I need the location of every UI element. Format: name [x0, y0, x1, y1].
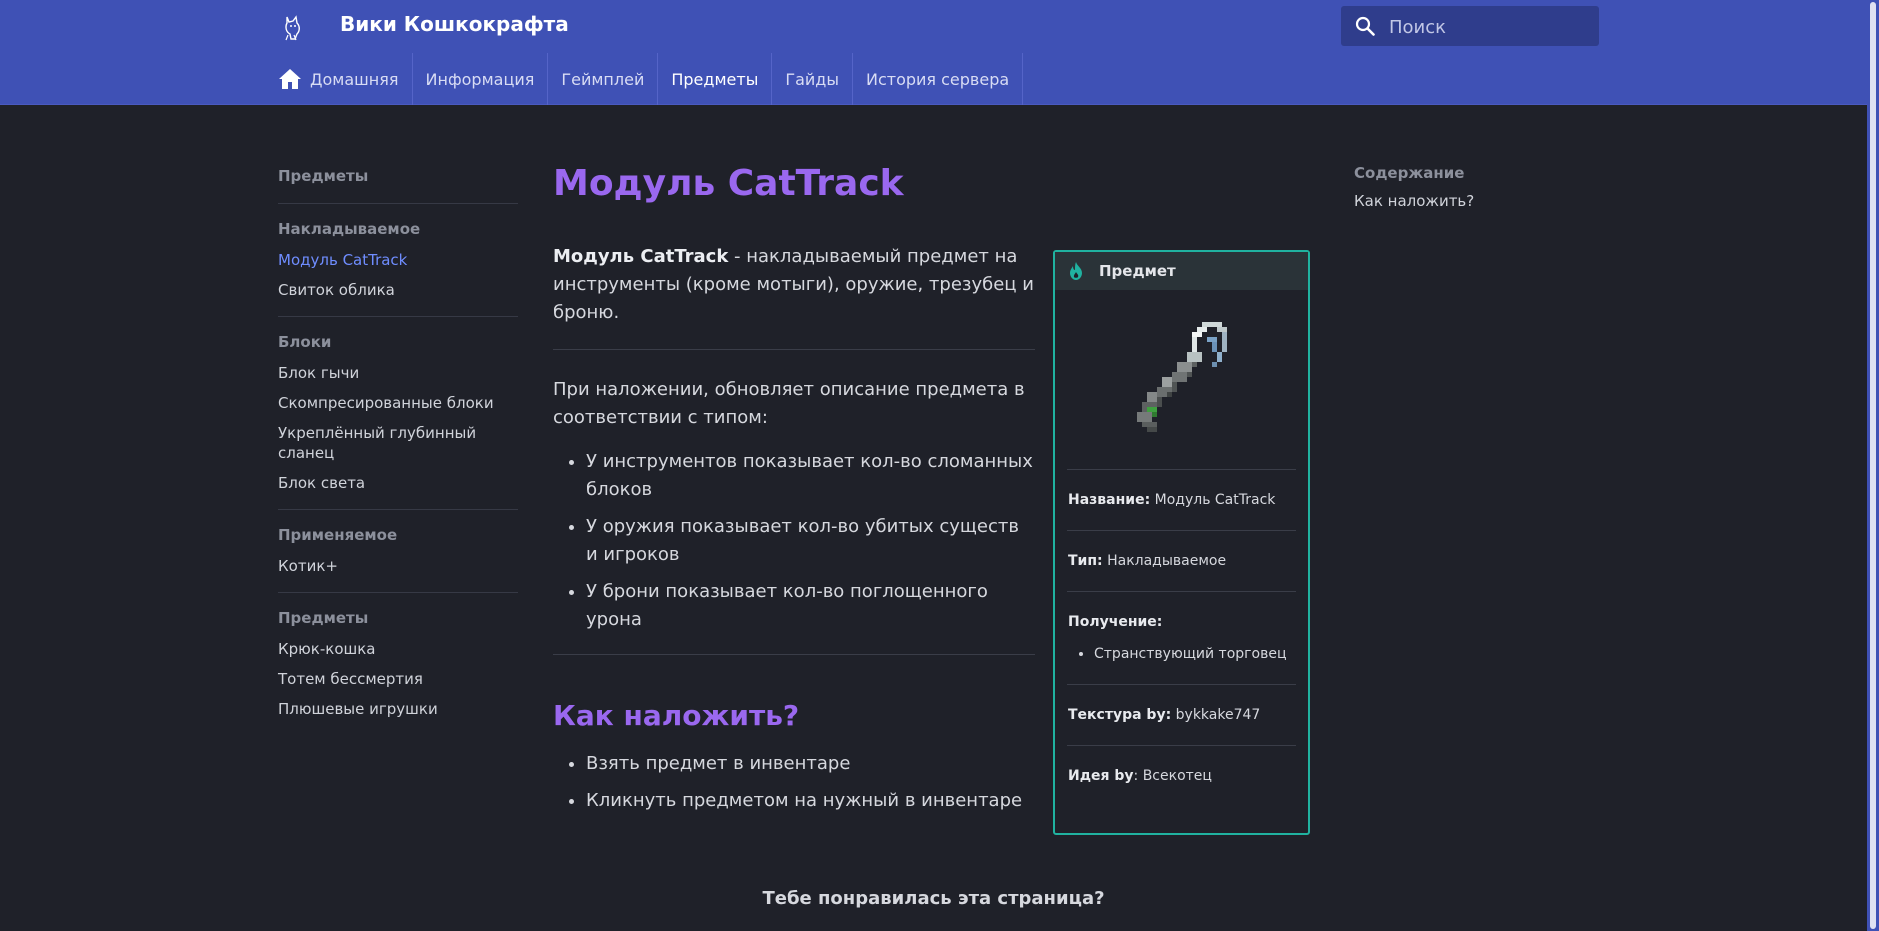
tab-info[interactable]: Информация [413, 53, 549, 105]
item-type-value: Накладываемое [1107, 553, 1227, 569]
sidebar-heading: Предметы [278, 609, 369, 627]
infobox-obtain-row: Получение: Странствующий торговец [1067, 591, 1296, 684]
sidebar-item-cattrack[interactable]: Модуль CatTrack [278, 246, 518, 276]
site-header: Вики Кошкокрафта Поиск Домашняя Информац… [0, 0, 1867, 105]
infobox-header: Предмет [1055, 252, 1308, 290]
list-item: Странствующий торговец [1094, 646, 1296, 662]
search-icon [1355, 16, 1375, 36]
sidebar-section-items: Предметы Крюк-кошка Тотем бессмертия Плю… [278, 605, 518, 735]
sidebar-item-kotik-plus[interactable]: Котик+ [278, 552, 518, 582]
description-paragraph: При наложении, обновляет описание предме… [553, 379, 1025, 428]
search-box[interactable]: Поиск [1341, 6, 1599, 46]
sidebar-item-grappling-hook[interactable]: Крюк-кошка [278, 635, 518, 665]
section-heading-how-to-apply: Как наложить? [553, 699, 800, 732]
tab-home[interactable]: Домашняя [277, 53, 413, 105]
divider [553, 654, 1035, 655]
toc-heading: Содержание [1354, 164, 1465, 182]
feedback-question: Тебе понравилась эта страница? [762, 888, 1105, 909]
main-content: Модуль CatTrack Модуль CatTrack - наклад… [553, 157, 1035, 824]
field-label: Идея by [1068, 768, 1134, 784]
sidebar-item-scroll[interactable]: Свиток облика [278, 276, 518, 306]
infobox-type-row: Тип: Накладываемое [1067, 530, 1296, 591]
toc-item-how-to-apply[interactable]: Как наложить? [1354, 192, 1594, 210]
list-item: У брони показывает кол-во поглощенного у… [586, 578, 1035, 634]
infobox-title: Предмет [1099, 262, 1176, 280]
idea-author-value: : Всекотец [1133, 768, 1212, 784]
sidebar-item-gycha-block[interactable]: Блок гычи [278, 359, 518, 389]
sidebar-heading: Применяемое [278, 526, 398, 544]
field-label: Получение: [1068, 614, 1163, 630]
divider [553, 349, 1035, 350]
tab-guides[interactable]: Гайды [772, 53, 853, 105]
intro-paragraph: Модуль CatTrack - накладываемый предмет … [553, 243, 1035, 327]
item-infobox: Предмет Название: Модуль CatTrack Тип: Н… [1053, 250, 1310, 835]
sidebar-item-compressed-blocks[interactable]: Скомпресированные блоки [278, 389, 518, 419]
field-label: Название: [1068, 492, 1151, 508]
search-input[interactable]: Поиск [1389, 17, 1446, 38]
flame-icon [1070, 262, 1082, 280]
sidebar-section-overlay: Накладываемое Модуль CatTrack Свиток обл… [278, 216, 518, 317]
home-icon [279, 69, 301, 89]
list-item: У инструментов показывает кол-во сломанн… [586, 448, 1035, 504]
infobox-texture-row: Текстура by: bykkake747 [1067, 684, 1296, 745]
cat-logo-icon[interactable] [279, 13, 307, 41]
intro-bold: Модуль CatTrack [553, 246, 729, 267]
page-scrollbar[interactable] [1867, 0, 1879, 931]
sidebar-nav: Предметы Накладываемое Модуль CatTrack С… [278, 163, 518, 747]
list-item: Кликнуть предметом на нужный в инвентаре [586, 787, 1035, 815]
tab-gameplay[interactable]: Геймплей [548, 53, 659, 105]
sidebar-item-plush-toys[interactable]: Плюшевые игрушки [278, 695, 518, 725]
sidebar-title: Предметы [278, 167, 369, 185]
list-item: Взять предмет в инвентаре [586, 750, 1035, 778]
sidebar-section: Предметы [278, 163, 518, 204]
feature-list: У инструментов показывает кол-во сломанн… [586, 448, 1035, 634]
tab-items[interactable]: Предметы [658, 53, 773, 105]
obtain-list: Странствующий торговец [1094, 646, 1296, 662]
steps-list: Взять предмет в инвентаре Кликнуть предм… [586, 750, 1035, 815]
infobox-name-row: Название: Модуль CatTrack [1067, 469, 1296, 530]
sidebar-item-light-block[interactable]: Блок света [278, 469, 518, 499]
table-of-contents: Содержание Как наложить? [1354, 163, 1594, 210]
site-title[interactable]: Вики Кошкокрафта [340, 12, 569, 36]
sidebar-heading: Блоки [278, 333, 332, 351]
field-label: Тип: [1068, 553, 1103, 569]
sidebar-section-applied: Применяемое Котик+ [278, 522, 518, 593]
cattrack-module-image [1136, 322, 1227, 432]
sidebar-item-totem[interactable]: Тотем бессмертия [278, 665, 518, 695]
page-title: Модуль CatTrack [553, 163, 904, 204]
scrollbar-thumb[interactable] [1870, 2, 1876, 929]
tab-label: Домашняя [310, 69, 399, 89]
field-label: Текстура by: [1068, 707, 1172, 723]
top-nav-tabs: Домашняя Информация Геймплей Предметы Га… [277, 53, 1024, 105]
item-name-value: Модуль CatTrack [1154, 492, 1276, 508]
tab-server-history[interactable]: История сервера [853, 53, 1024, 105]
sidebar-item-reinforced-deepslate[interactable]: Укреплённый глубинный сланец [278, 419, 518, 469]
texture-author-value: bykkake747 [1175, 707, 1261, 723]
infobox-idea-row: Идея by: Всекотец [1067, 745, 1296, 806]
sidebar-heading: Накладываемое [278, 220, 421, 238]
list-item: У оружия показывает кол-во убитых сущест… [586, 513, 1035, 569]
sidebar-section-blocks: Блоки Блок гычи Скомпресированные блоки … [278, 329, 518, 510]
